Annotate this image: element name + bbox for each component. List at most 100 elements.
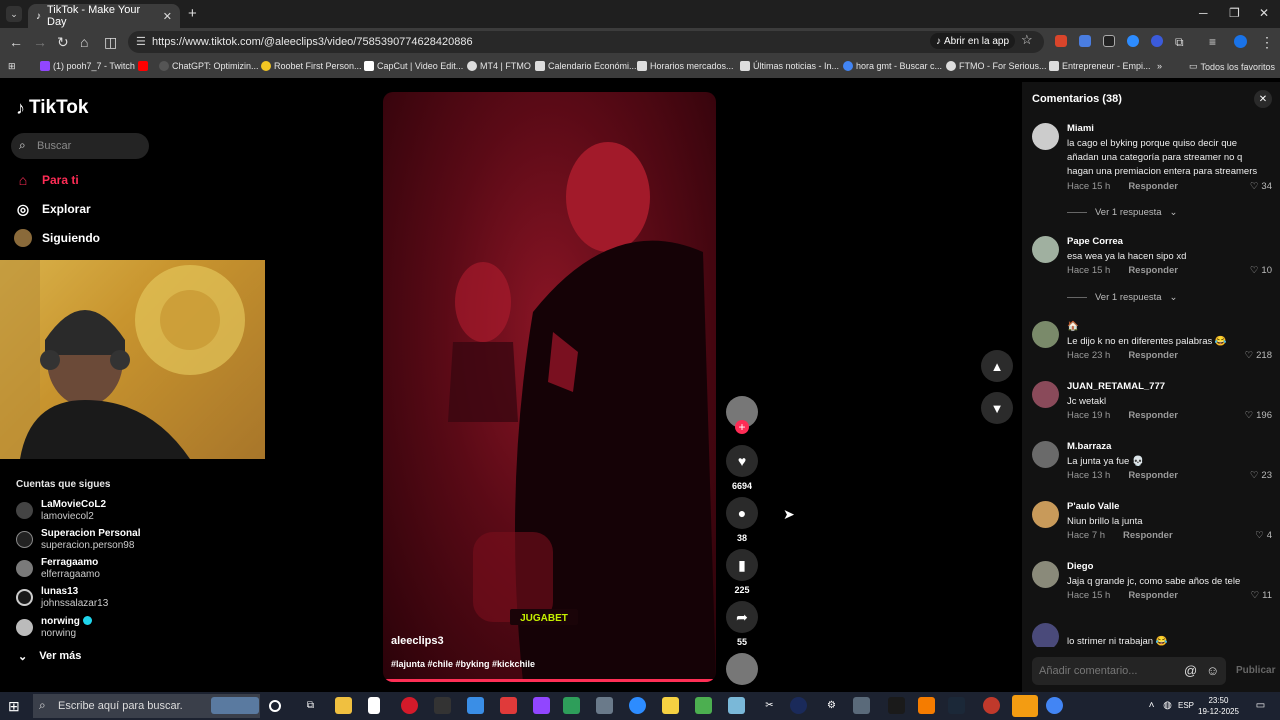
publish-button[interactable]: Publicar [1236,665,1275,676]
comment-button[interactable]: ● [726,497,758,529]
reply-button[interactable]: Responder [1128,590,1178,601]
avatar[interactable] [1032,623,1059,647]
taskbar-clock[interactable]: 23:50 19-12-2025 [1198,695,1239,717]
bookmark-item[interactable]: MT4 | FTMO [467,61,531,71]
avatar[interactable] [1032,561,1059,588]
bookmark-item[interactable] [138,61,151,71]
extension-icon[interactable] [1151,35,1163,47]
language-indicator[interactable]: ESP [1178,701,1194,710]
bookmark-item[interactable]: Últimas noticias - In... [740,61,839,71]
share-button[interactable]: ➦ [726,601,758,633]
bookmark-item[interactable]: ChatGPT: Optimizin... [159,61,259,71]
windows-start-icon[interactable]: ⊞ [8,698,20,715]
discord-icon[interactable] [1012,695,1038,717]
app-icon[interactable] [728,697,745,714]
nav-explore[interactable]: ◎ Explorar [14,200,91,218]
comment-author[interactable]: 🏠 [1067,321,1079,332]
heart-outline-icon[interactable]: ♡ [1251,590,1260,601]
like-button[interactable]: ♥ [726,445,758,477]
bookmark-star-icon[interactable]: ☆ [1021,32,1033,48]
music-disc-icon[interactable] [726,653,758,685]
opera-icon[interactable] [401,697,418,714]
notifications-icon[interactable]: ▭ [1252,697,1269,714]
app-icon[interactable] [853,697,870,714]
heart-outline-icon[interactable]: ♡ [1250,470,1259,481]
comment-author[interactable]: Pape Correa [1067,236,1123,247]
comment-author[interactable]: JUAN_RETAMAL_777 [1067,381,1165,392]
apps-grid-icon[interactable]: ⊞ [8,61,16,72]
extension-icon[interactable] [1103,35,1115,47]
more-bookmarks-icon[interactable]: » [1157,61,1162,71]
reply-button[interactable]: Responder [1128,181,1178,192]
file-explorer-icon[interactable] [335,697,352,714]
tray-chevron-icon[interactable]: ˄ [1143,697,1160,714]
bookmark-item[interactable]: Horarios mercados... [637,61,734,71]
app-icon[interactable] [500,697,517,714]
mention-icon[interactable]: @ [1184,663,1197,678]
add-comment-input[interactable]: Añadir comentario... @ ☺ [1032,657,1226,685]
heart-outline-icon[interactable]: ♡ [1245,410,1254,421]
avatar[interactable] [1032,501,1059,528]
close-window-icon[interactable]: ✕ [1259,6,1269,20]
app-icon[interactable] [790,697,807,714]
video-hashtags[interactable]: #lajunta #chile #byking #kickchile [391,659,535,669]
bookmark-item[interactable]: (1) pooh7_7 - Twitch [40,61,135,71]
app-icon[interactable] [983,697,1000,714]
comment-author[interactable]: P'aulo Valle [1067,501,1119,512]
all-favorites-folder[interactable]: ▭ Todos los favoritos [1189,61,1275,72]
app-icon[interactable] [467,697,484,714]
search-highlight-icon[interactable] [211,697,259,714]
home-icon[interactable]: ⌂ [80,34,88,50]
app-icon[interactable] [434,697,451,714]
reply-button[interactable]: Responder [1128,410,1178,421]
heart-outline-icon[interactable]: ♡ [1250,181,1259,192]
follow-plus-icon[interactable]: + [735,420,749,434]
site-info-icon[interactable]: ☰ [136,35,146,48]
following-account[interactable]: Ferragaamo elferragaamo [16,554,100,582]
following-account[interactable]: Superacion Personal superacion.person98 [16,525,140,553]
menu-kebab-icon[interactable]: ⋮ [1260,34,1274,50]
video-author[interactable]: aleeclips3 [391,635,444,647]
extension-icon[interactable] [1127,35,1139,47]
bookmark-item[interactable]: Roobet First Person... [261,61,362,71]
emoji-icon[interactable]: ☺ [1206,663,1219,678]
avatar[interactable] [1032,381,1059,408]
sticky-notes-icon[interactable] [662,697,679,714]
app-icon[interactable] [596,697,613,714]
new-tab-icon[interactable]: + [188,5,197,22]
cortana-icon[interactable] [269,700,281,712]
comment-author[interactable]: M.barraza [1067,441,1111,452]
reply-button[interactable]: Responder [1128,350,1178,361]
reload-icon[interactable]: ↻ [57,34,69,50]
reading-list-icon[interactable]: ≡ [1209,34,1216,50]
previous-video-button[interactable]: ▲ [981,350,1013,382]
task-view-icon[interactable]: ⧉ [302,697,319,714]
extension-icon[interactable] [1055,35,1067,47]
settings-gear-icon[interactable]: ⚙ [823,697,840,714]
view-replies-button[interactable]: Ver 1 respuesta ⌄ [1067,292,1178,303]
avatar[interactable] [1032,321,1059,348]
minimize-icon[interactable]: ─ [1199,6,1208,20]
capcut-icon[interactable]: ✂ [761,697,778,714]
tiktok-logo[interactable]: ♪ TikTok [16,97,88,119]
forward-icon[interactable]: → [33,34,47,50]
avatar[interactable] [1032,441,1059,468]
tab-search-icon[interactable]: ⌄ [6,6,22,22]
following-account[interactable]: LaMovieCoL2 lamoviecol2 [16,496,106,524]
heart-outline-icon[interactable]: ♡ [1255,530,1264,541]
open-in-app-button[interactable]: ♪ Abrir en la app [930,33,1016,49]
close-tab-icon[interactable]: ✕ [163,10,172,23]
network-globe-icon[interactable]: ◍ [1159,697,1176,714]
browser-tab[interactable]: ♪ TikTok - Make Your Day ✕ [28,4,180,28]
view-replies-button[interactable]: Ver 1 respuesta ⌄ [1067,207,1178,218]
following-account[interactable]: lunas13 johnssalazar13 [16,583,108,611]
bookmark-item[interactable]: FTMO - For Serious... [946,61,1047,71]
heart-outline-icon[interactable]: ♡ [1250,265,1259,276]
video-progress-bar[interactable] [383,679,716,682]
bookmark-item[interactable]: Calendario Económi... [535,61,637,71]
notepad-icon[interactable] [368,697,380,714]
reply-button[interactable]: Responder [1128,470,1178,481]
minecraft-icon[interactable] [695,697,712,714]
comment-author[interactable]: Miami [1067,123,1094,134]
app-icon[interactable] [918,697,935,714]
